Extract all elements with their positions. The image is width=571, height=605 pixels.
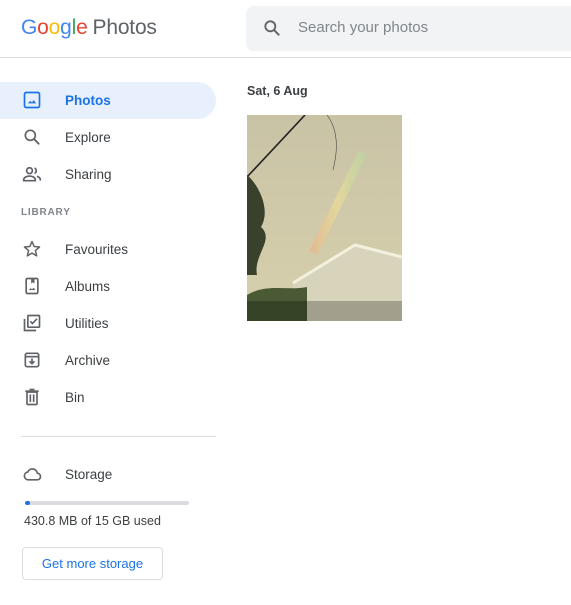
logo-letter: o <box>37 16 49 39</box>
google-photos-logo[interactable]: Google Photos <box>21 15 157 41</box>
sidebar-divider <box>21 436 216 437</box>
sidebar-item-sharing[interactable]: Sharing <box>0 156 216 193</box>
album-icon <box>25 277 39 295</box>
sidebar-item-bin[interactable]: Bin <box>0 379 216 416</box>
sidebar-item-storage[interactable]: Storage <box>0 456 216 493</box>
utilities-icon <box>23 314 41 332</box>
cloud-icon <box>23 468 42 481</box>
logo-letter: G <box>21 16 38 39</box>
product-name: Photos <box>92 16 157 39</box>
date-group-heading: Sat, 6 Aug <box>247 84 308 98</box>
get-more-storage-button[interactable]: Get more storage <box>22 547 163 580</box>
sidebar-item-label: Explore <box>65 130 111 145</box>
sidebar-item-label: Photos <box>65 93 111 108</box>
library-nav: Favourites Albums Utilities Archive Bin <box>0 231 216 416</box>
trash-icon <box>25 388 39 406</box>
search-icon[interactable] <box>262 18 282 38</box>
sidebar-nav: Photos Explore Sharing <box>0 82 216 193</box>
sidebar-item-label: Bin <box>65 390 85 405</box>
sidebar-item-albums[interactable]: Albums <box>0 268 216 305</box>
storage-section: Storage <box>0 456 216 493</box>
sidebar-item-label: Storage <box>65 467 113 482</box>
search-input[interactable]: Search your photos <box>246 6 571 51</box>
search-placeholder: Search your photos <box>298 19 429 36</box>
sidebar-item-explore[interactable]: Explore <box>0 119 216 156</box>
sidebar-item-label: Favourites <box>65 242 129 257</box>
library-heading: LIBRARY <box>21 207 71 218</box>
sidebar-item-label: Utilities <box>65 316 109 331</box>
top-bar: Google Photos Search your photos <box>0 0 571 58</box>
archive-icon <box>24 352 40 368</box>
storage-usage-text: 430.8 MB of 15 GB used <box>24 514 161 528</box>
sidebar-item-label: Sharing <box>65 167 112 182</box>
sidebar-item-label: Archive <box>65 353 111 368</box>
star-icon <box>23 240 41 257</box>
storage-progress-bar <box>25 501 189 505</box>
sidebar-item-utilities[interactable]: Utilities <box>0 305 216 342</box>
search-icon <box>24 129 40 145</box>
storage-progress-fill <box>25 501 30 505</box>
sidebar-item-photos[interactable]: Photos <box>0 82 216 119</box>
sidebar-item-label: Albums <box>65 279 111 294</box>
photo-image <box>247 115 402 321</box>
logo-letter: g <box>60 16 72 39</box>
people-icon <box>22 166 42 182</box>
photo-icon <box>23 91 41 109</box>
logo-letter: e <box>76 16 88 39</box>
photo-thumbnail[interactable] <box>247 115 402 321</box>
logo-letter: o <box>48 16 61 39</box>
sidebar-item-favourites[interactable]: Favourites <box>0 231 216 268</box>
sidebar-item-archive[interactable]: Archive <box>0 342 216 379</box>
